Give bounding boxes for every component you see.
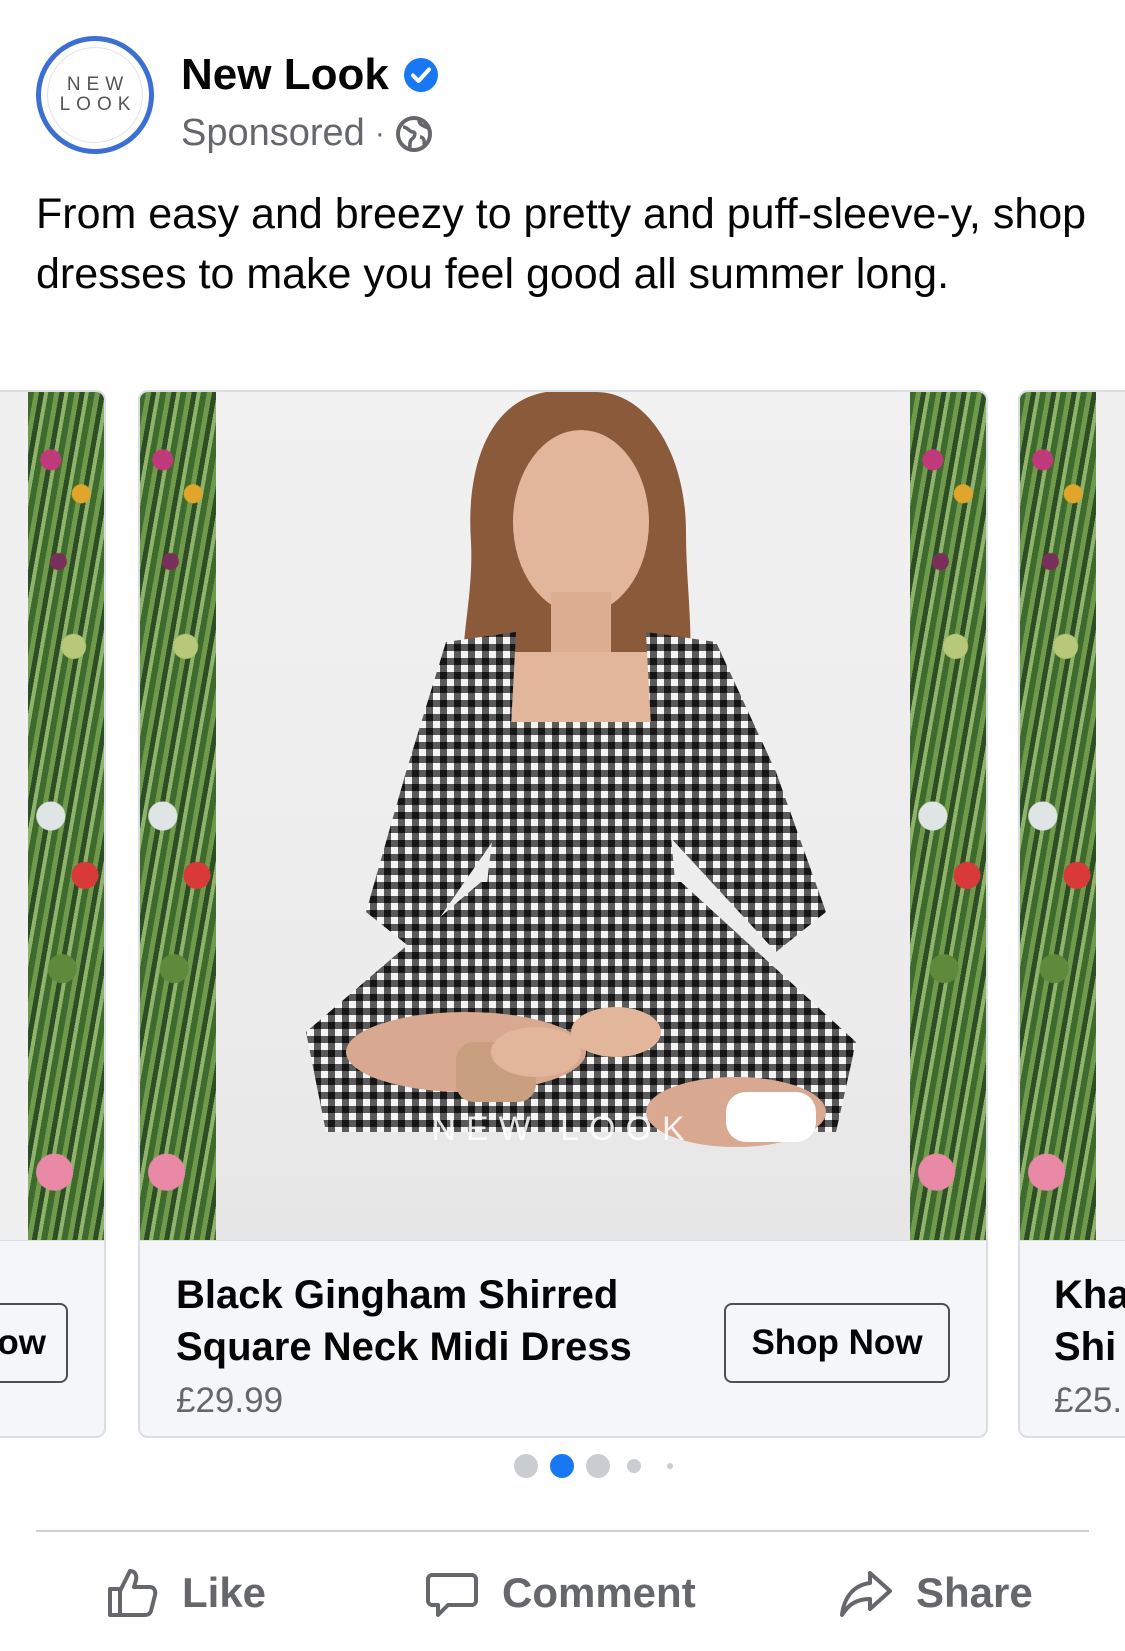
carousel-card-previous[interactable]: ow [0, 390, 106, 1438]
pagination-dot [627, 1459, 641, 1473]
card-info: Black Gingham Shirred Square Neck Midi D… [140, 1240, 986, 1436]
comment-bubble-icon [426, 1573, 478, 1617]
product-image-previous [0, 392, 104, 1240]
product-name-next[interactable]: Kha Shi [1054, 1269, 1125, 1373]
share-button[interactable]: Share [838, 1565, 1033, 1621]
carousel-card-active[interactable]: NEW LOOK Black Gingham Shirred Square Ne… [138, 390, 988, 1438]
like-thumb-icon [108, 1569, 158, 1617]
like-label: Like [182, 1569, 267, 1616]
globe-icon [395, 115, 432, 152]
page-name[interactable]: New Look [181, 50, 389, 100]
product-price: £29.99 [176, 1381, 284, 1420]
post-caption: From easy and breezy to pretty and puff-… [36, 190, 1087, 298]
share-arrow-icon [840, 1571, 892, 1617]
carousel-pagination [0, 1454, 1125, 1478]
comment-label: Comment [502, 1569, 696, 1616]
brand-watermark: NEW LOOK [431, 1110, 695, 1148]
logo-line-2: LOOK [59, 94, 137, 115]
like-button[interactable]: Like [104, 1565, 266, 1621]
flower-border-next [1020, 392, 1096, 1240]
shop-now-button[interactable]: Shop Now [724, 1303, 950, 1383]
page-name-row: New Look [181, 50, 439, 100]
new-look-logo: NEW LOOK [47, 47, 143, 143]
product-price-next: £25. [1054, 1381, 1123, 1420]
card-info-previous: ow [0, 1240, 104, 1436]
flower-border [28, 392, 104, 1240]
post-meta: Sponsored · [181, 112, 433, 155]
comment-button[interactable]: Comment [424, 1565, 696, 1621]
product-image: NEW LOOK [140, 392, 986, 1240]
pagination-dot [514, 1454, 538, 1478]
verified-badge-icon [403, 58, 438, 92]
card-info-next: Kha Shi £25. [1020, 1240, 1125, 1436]
sponsored-label[interactable]: Sponsored [181, 112, 365, 155]
product-name[interactable]: Black Gingham Shirred Square Neck Midi D… [176, 1269, 696, 1373]
share-label: Share [916, 1569, 1033, 1616]
shop-now-button-previous[interactable]: ow [0, 1303, 68, 1383]
logo-line-1: NEW [66, 74, 130, 95]
pagination-dot [586, 1454, 610, 1478]
product-image-next [1020, 392, 1125, 1240]
page-avatar[interactable]: NEW LOOK [36, 36, 154, 154]
pagination-dot-active [550, 1454, 574, 1478]
carousel-card-next[interactable]: Kha Shi £25. [1018, 390, 1125, 1438]
product-name-next-line-2: Shi [1054, 1325, 1117, 1369]
action-divider [36, 1530, 1089, 1532]
pagination-dot [667, 1463, 673, 1469]
product-name-next-line-1: Kha [1054, 1273, 1125, 1317]
meta-separator: · [374, 116, 385, 150]
